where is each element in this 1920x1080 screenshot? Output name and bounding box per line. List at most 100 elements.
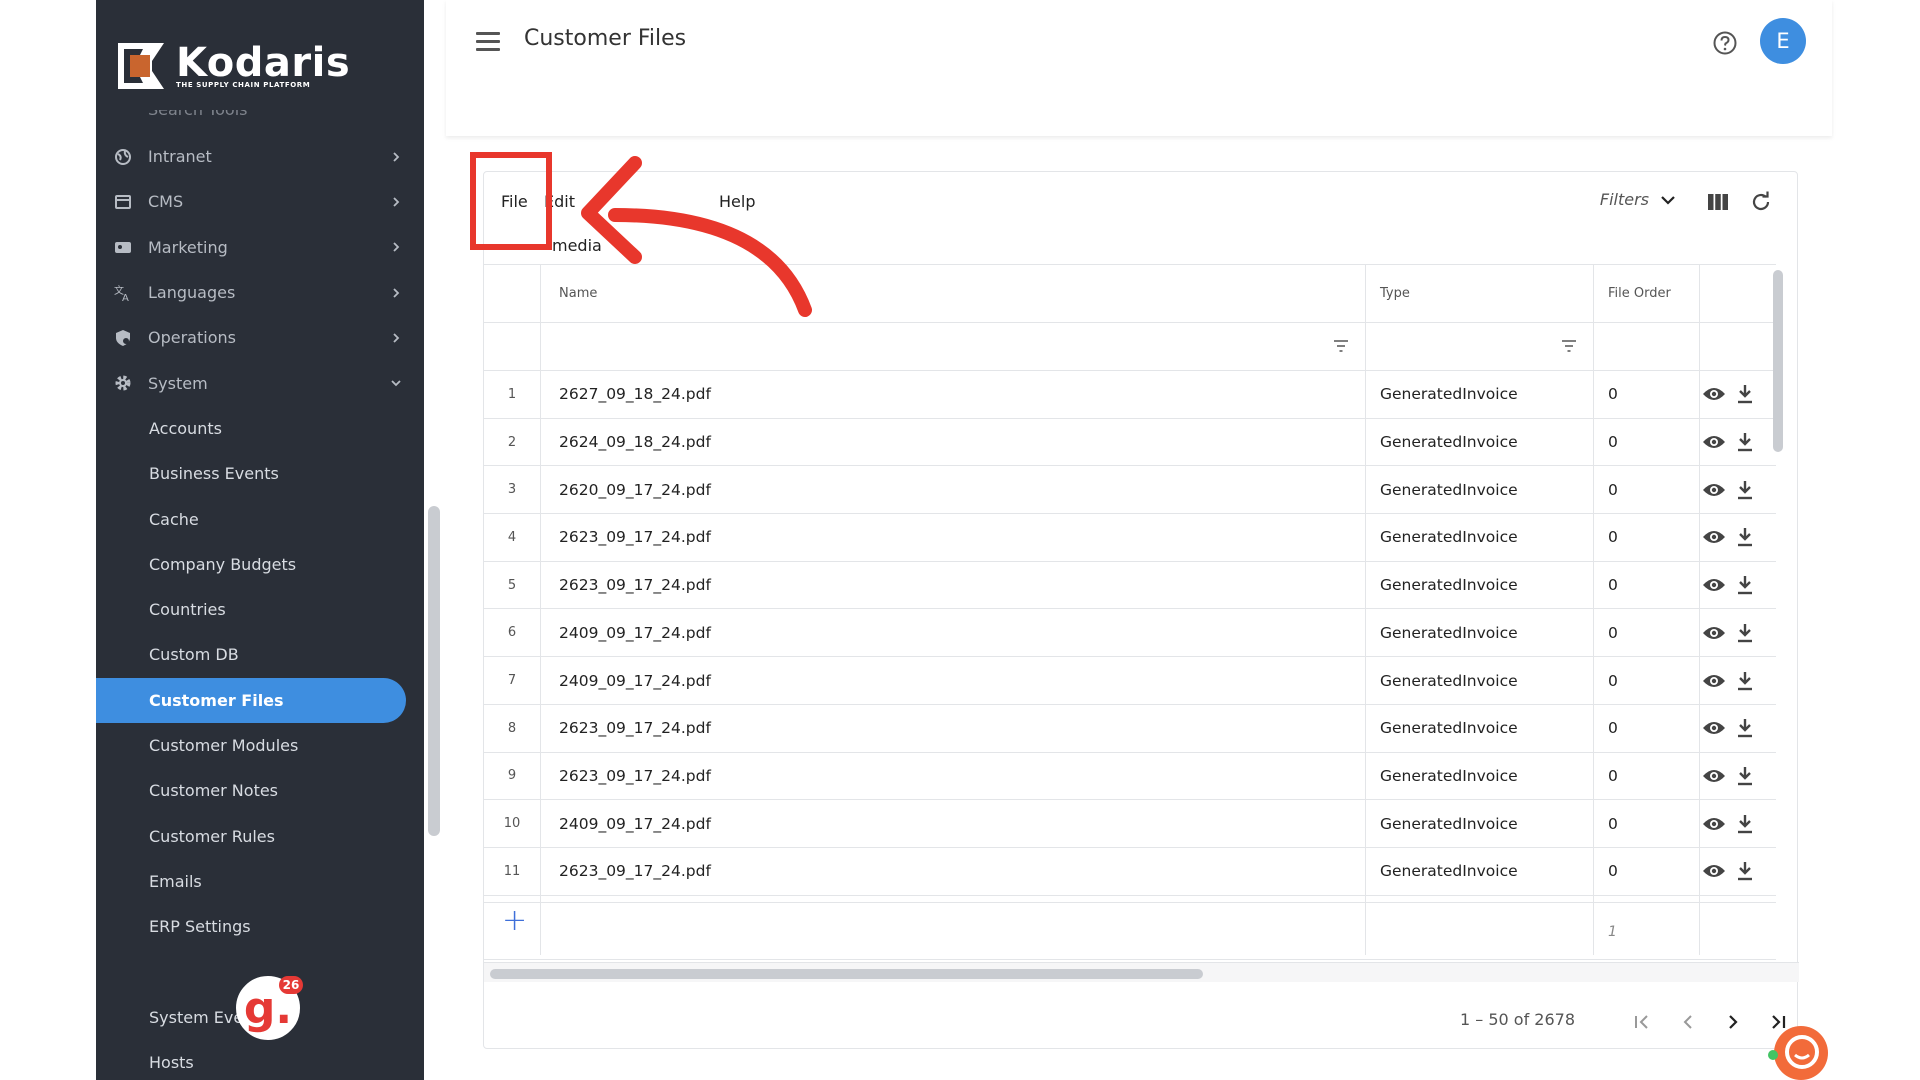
sidebar-item-accounts[interactable]: Accounts — [96, 406, 424, 451]
sidebar-item-intranet[interactable]: Intranet — [96, 134, 424, 179]
eye-icon[interactable] — [1702, 768, 1726, 784]
file-name-cell[interactable]: 2623_09_17_24.pdf — [559, 576, 711, 594]
sidebar-item-operations[interactable]: Operations — [96, 315, 424, 360]
file-type-cell[interactable]: GeneratedInvoice — [1380, 862, 1518, 880]
eye-icon[interactable] — [1702, 386, 1726, 402]
filter-icon[interactable] — [1562, 340, 1576, 352]
sidebar-item-emails[interactable]: Emails — [96, 859, 424, 904]
file-type-cell[interactable]: GeneratedInvoice — [1380, 767, 1518, 785]
sidebar-item-countries[interactable]: Countries — [96, 587, 424, 632]
file-order-cell[interactable]: 0 — [1608, 481, 1618, 499]
file-order-cell[interactable]: 0 — [1608, 815, 1618, 833]
sidebar-item-marketing[interactable]: Marketing — [96, 225, 424, 270]
file-name-cell[interactable]: 2623_09_17_24.pdf — [559, 862, 711, 880]
download-icon[interactable] — [1736, 623, 1754, 643]
download-icon[interactable] — [1736, 861, 1754, 881]
table-row[interactable]: 6 2409_09_17_24.pdf GeneratedInvoice 0 — [484, 610, 1776, 658]
download-icon[interactable] — [1736, 671, 1754, 691]
filters-dropdown[interactable]: Filters — [1600, 190, 1675, 209]
sidebar-item-cache[interactable]: Cache — [96, 496, 424, 541]
download-icon[interactable] — [1736, 575, 1754, 595]
table-row[interactable]: 9 2623_09_17_24.pdf GeneratedInvoice 0 — [484, 753, 1776, 801]
eye-icon[interactable] — [1702, 863, 1726, 879]
file-order-cell[interactable]: 0 — [1608, 672, 1618, 690]
download-icon[interactable] — [1736, 718, 1754, 738]
file-type-cell[interactable]: GeneratedInvoice — [1380, 672, 1518, 690]
file-type-cell[interactable]: GeneratedInvoice — [1380, 481, 1518, 499]
sidebar-item-erp-settings[interactable]: ERP Settings — [96, 904, 424, 949]
menu-toggle-icon[interactable] — [476, 32, 500, 52]
file-name-cell[interactable]: 2409_09_17_24.pdf — [559, 624, 711, 642]
sidebar-item-customer-notes[interactable]: Customer Notes — [96, 768, 424, 813]
file-name-cell[interactable]: 2627_09_18_24.pdf — [559, 385, 711, 403]
file-name-cell[interactable]: 2624_09_18_24.pdf — [559, 433, 711, 451]
sidebar-item-hosts[interactable]: Hosts — [96, 1040, 424, 1080]
download-icon[interactable] — [1736, 432, 1754, 452]
file-type-cell[interactable]: GeneratedInvoice — [1380, 815, 1518, 833]
file-order-cell[interactable]: 0 — [1608, 624, 1618, 642]
file-type-cell[interactable]: GeneratedInvoice — [1380, 624, 1518, 642]
sidebar-item-system[interactable]: System — [96, 360, 424, 405]
sidebar-item-customer-rules[interactable]: Customer Rules — [96, 813, 424, 858]
eye-icon[interactable] — [1702, 673, 1726, 689]
eye-icon[interactable] — [1702, 577, 1726, 593]
eye-icon[interactable] — [1702, 720, 1726, 736]
eye-icon[interactable] — [1702, 482, 1726, 498]
file-name-cell[interactable]: 2623_09_17_24.pdf — [559, 528, 711, 546]
table-row[interactable]: 2 2624_09_18_24.pdf GeneratedInvoice 0 — [484, 419, 1776, 467]
sidebar-item-company-budgets[interactable]: Company Budgets — [96, 542, 424, 587]
file-name-cell[interactable]: 2623_09_17_24.pdf — [559, 767, 711, 785]
columns-icon[interactable] — [1707, 192, 1729, 212]
table-row[interactable]: 10 2409_09_17_24.pdf GeneratedInvoice 0 — [484, 800, 1776, 848]
sidebar-item-business-events[interactable]: Business Events — [96, 451, 424, 496]
table-row[interactable]: 3 2620_09_17_24.pdf GeneratedInvoice 0 — [484, 466, 1776, 515]
table-row[interactable]: 11 2623_09_17_24.pdf GeneratedInvoice 0 — [484, 848, 1776, 896]
column-header-type[interactable]: Type — [1380, 286, 1410, 301]
file-order-cell[interactable]: 0 — [1608, 767, 1618, 785]
file-order-cell[interactable]: 0 — [1608, 576, 1618, 594]
add-row-button[interactable]: + — [502, 906, 527, 936]
kodaris-logo[interactable]: Kodaris THE SUPPLY CHAIN PLATFORM — [116, 36, 350, 96]
file-type-cell[interactable]: GeneratedInvoice — [1380, 719, 1518, 737]
sidebar-item-customer-files[interactable]: Customer Files — [96, 677, 406, 723]
file-type-cell[interactable]: GeneratedInvoice — [1380, 576, 1518, 594]
previous-page-icon[interactable] — [1676, 1010, 1700, 1034]
file-order-cell[interactable]: 0 — [1608, 385, 1618, 403]
chat-widget-icon[interactable] — [1774, 1026, 1828, 1080]
file-order-cell[interactable]: 0 — [1608, 528, 1618, 546]
filter-icon[interactable] — [1334, 340, 1348, 352]
file-order-cell[interactable]: 0 — [1608, 862, 1618, 880]
sidebar-item-customer-modules[interactable]: Customer Modules — [96, 723, 424, 768]
table-row[interactable]: 8 2623_09_17_24.pdf GeneratedInvoice 0 — [484, 705, 1776, 753]
first-page-icon[interactable] — [1630, 1010, 1654, 1034]
file-name-cell[interactable]: 2409_09_17_24.pdf — [559, 672, 711, 690]
eye-icon[interactable] — [1702, 529, 1726, 545]
table-row[interactable]: 5 2623_09_17_24.pdf GeneratedInvoice 0 — [484, 562, 1776, 610]
file-name-cell[interactable]: 2409_09_17_24.pdf — [559, 815, 711, 833]
next-page-icon[interactable] — [1721, 1010, 1745, 1034]
file-name-cell[interactable]: 2623_09_17_24.pdf — [559, 719, 711, 737]
sidebar-item-custom-db[interactable]: Custom DB — [96, 632, 424, 677]
help-icon[interactable] — [1712, 30, 1738, 56]
sidebar-item-languages[interactable]: 文A Languages — [96, 270, 424, 315]
file-order-cell[interactable]: 0 — [1608, 433, 1618, 451]
eye-icon[interactable] — [1702, 434, 1726, 450]
download-icon[interactable] — [1736, 527, 1754, 547]
file-type-cell[interactable]: GeneratedInvoice — [1380, 528, 1518, 546]
user-avatar[interactable]: E — [1760, 18, 1806, 64]
grid-vertical-scrollbar[interactable] — [1773, 270, 1783, 452]
download-icon[interactable] — [1736, 384, 1754, 404]
file-name-cell[interactable]: 2620_09_17_24.pdf — [559, 481, 711, 499]
grid-horizontal-scrollbar[interactable] — [490, 969, 1203, 979]
eye-icon[interactable] — [1702, 625, 1726, 641]
download-icon[interactable] — [1736, 814, 1754, 834]
refresh-icon[interactable] — [1749, 190, 1773, 214]
table-row[interactable]: 1 2627_09_18_24.pdf GeneratedInvoice 0 — [484, 371, 1776, 419]
download-icon[interactable] — [1736, 480, 1754, 500]
file-type-cell[interactable]: GeneratedInvoice — [1380, 385, 1518, 403]
sidebar-item-cms[interactable]: CMS — [96, 179, 424, 224]
eye-icon[interactable] — [1702, 816, 1726, 832]
sidebar-item-search-tools[interactable]: Search Tools — [96, 110, 424, 134]
file-order-cell[interactable]: 0 — [1608, 719, 1618, 737]
table-row[interactable]: 4 2623_09_17_24.pdf GeneratedInvoice 0 — [484, 514, 1776, 562]
